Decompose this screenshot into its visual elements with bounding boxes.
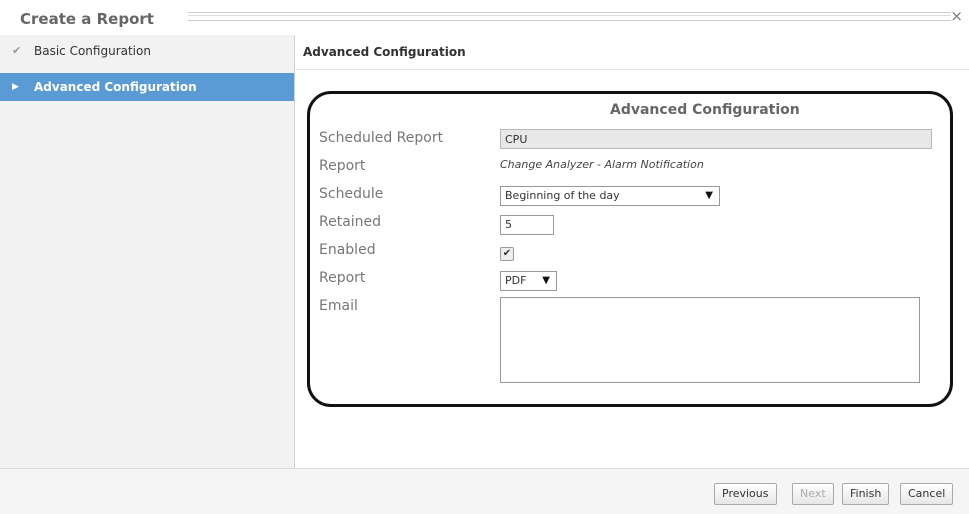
sidebar-item-basic-configuration[interactable]: ✔ Basic Configuration [0, 37, 294, 65]
checkmark-icon: ✔ [12, 44, 22, 57]
sidebar-item-label: Advanced Configuration [34, 80, 197, 94]
window-titlebar: Create a Report × [0, 0, 969, 34]
sidebar-item-advanced-configuration[interactable]: ▶ Advanced Configuration [0, 73, 294, 101]
scheduled-report-label: Scheduled Report [319, 130, 444, 146]
enabled-label: Enabled [319, 242, 376, 258]
previous-button[interactable]: Previous [714, 483, 777, 505]
email-label: Email [319, 298, 358, 314]
wizard-footer: Previous Next Finish Cancel [0, 468, 969, 514]
retained-label: Retained [319, 214, 382, 230]
report-label: Report [319, 158, 366, 174]
schedule-select-value: Beginning of the day [505, 189, 620, 202]
schedule-select[interactable]: Beginning of the day ▼ [500, 186, 720, 206]
report-format-select[interactable]: PDF ▼ [500, 271, 557, 291]
wizard-sidebar: ✔ Basic Configuration ▶ Advanced Configu… [0, 35, 295, 468]
email-textarea[interactable] [500, 297, 920, 383]
advanced-configuration-panel: Advanced Configuration Scheduled Report … [307, 91, 953, 407]
panel-title: Advanced Configuration [610, 102, 800, 118]
report-format-select-value: PDF [505, 274, 527, 287]
window-title: Create a Report [20, 10, 154, 28]
main-content: Advanced Configuration Advanced Configur… [295, 35, 969, 468]
enabled-checkbox[interactable]: ✔ [500, 247, 514, 261]
scheduled-report-field: CPU [500, 129, 932, 149]
next-button[interactable]: Next [792, 483, 834, 505]
titlebar-drag-handle[interactable] [188, 12, 951, 21]
dropdown-arrow-icon: ▼ [542, 275, 550, 286]
cancel-button[interactable]: Cancel [900, 483, 954, 505]
report-name-value: Change Analyzer - Alarm Notification [500, 158, 704, 171]
dropdown-arrow-icon: ▼ [705, 190, 713, 201]
arrow-right-icon: ▶ [12, 82, 19, 92]
divider [295, 69, 969, 70]
finish-button[interactable]: Finish [842, 483, 890, 505]
close-icon[interactable]: × [950, 7, 963, 25]
schedule-label: Schedule [319, 186, 384, 202]
report-format-label: Report [319, 270, 366, 286]
sidebar-item-label: Basic Configuration [34, 44, 151, 58]
retained-input[interactable]: 5 [500, 215, 554, 235]
page-title: Advanced Configuration [303, 45, 466, 59]
